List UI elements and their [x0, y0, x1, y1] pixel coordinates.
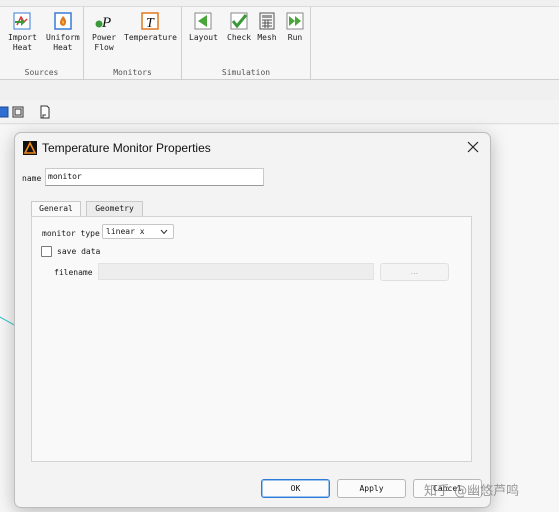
ribbon-group-label: Simulation [221, 68, 271, 77]
monitor-type-select[interactable]: linear x [102, 224, 174, 239]
ribbon-group-label: Sources [24, 68, 59, 77]
check-icon [230, 12, 248, 30]
power-flow-button[interactable]: P Power Flow [92, 11, 116, 53]
ribbon: Import Heat Uniform Heat Sources P Power… [0, 6, 559, 80]
chevron-down-icon [160, 229, 168, 235]
dialog-titlebar[interactable]: Temperature Monitor Properties [15, 133, 490, 163]
name-label: name [22, 174, 42, 183]
layout-button[interactable]: Layout [189, 11, 218, 43]
tab-general[interactable]: General [31, 201, 81, 217]
save-data-checkbox[interactable] [41, 246, 52, 257]
temperature-button[interactable]: T Temperature [124, 11, 177, 43]
power-flow-icon: P [95, 15, 111, 31]
filename-label: filename [54, 268, 93, 277]
uniform-heat-button[interactable]: Uniform Heat [46, 11, 80, 53]
layout-icon [194, 12, 212, 30]
app-logo-icon [23, 141, 37, 155]
mesh-icon [259, 12, 275, 30]
view-toolbar [0, 100, 559, 124]
browse-button[interactable]: ... [380, 263, 449, 281]
save-data-label: save data [57, 247, 101, 256]
tab-geometry[interactable]: Geometry [86, 201, 143, 216]
monitor-type-label: monitor type [42, 229, 100, 238]
check-button[interactable]: Check [227, 11, 251, 43]
run-icon [286, 12, 304, 30]
import-heat-label: Import Heat [8, 33, 37, 52]
frame-view-icon[interactable] [11, 105, 25, 119]
run-button[interactable]: Run [285, 11, 305, 43]
watermark: 知乎 @幽悠芦鸣 [424, 484, 520, 499]
import-heat-button[interactable]: Import Heat [8, 11, 37, 53]
import-heat-icon [13, 12, 31, 30]
name-input[interactable]: monitor [45, 168, 264, 186]
ribbon-group-label: Monitors [113, 68, 152, 77]
svg-text:T: T [146, 16, 155, 31]
run-label: Run [287, 33, 303, 42]
temperature-icon: T [141, 12, 160, 31]
mesh-button[interactable]: Mesh [257, 11, 277, 43]
power-flow-label: Power Flow [92, 33, 117, 52]
ribbon-group-monitors: P Power Flow T Temperature Monitors [84, 7, 182, 80]
cube-view-icon[interactable] [0, 105, 11, 119]
dialog-title: Temperature Monitor Properties [42, 141, 211, 155]
temperature-label: Temperature [124, 33, 177, 42]
check-label: Check [227, 33, 252, 42]
apply-button[interactable]: Apply [337, 479, 406, 498]
ribbon-group-sources: Import Heat Uniform Heat Sources [0, 7, 84, 80]
uniform-heat-icon [54, 12, 72, 30]
mesh-label: Mesh [257, 33, 277, 42]
ok-button[interactable]: OK [261, 479, 330, 498]
monitor-type-value: linear x [106, 227, 145, 236]
temperature-monitor-dialog: Temperature Monitor Properties name moni… [14, 132, 491, 508]
svg-text:P: P [101, 15, 111, 31]
filename-input[interactable] [98, 263, 374, 280]
uniform-heat-label: Uniform Heat [46, 33, 80, 52]
page-view-icon[interactable] [38, 105, 52, 119]
ribbon-group-simulation: Layout Check Mesh Run Simulation [182, 7, 311, 80]
layout-label: Layout [189, 33, 218, 42]
general-panel: monitor type linear x save data filename… [31, 216, 472, 462]
close-icon[interactable] [466, 140, 480, 154]
